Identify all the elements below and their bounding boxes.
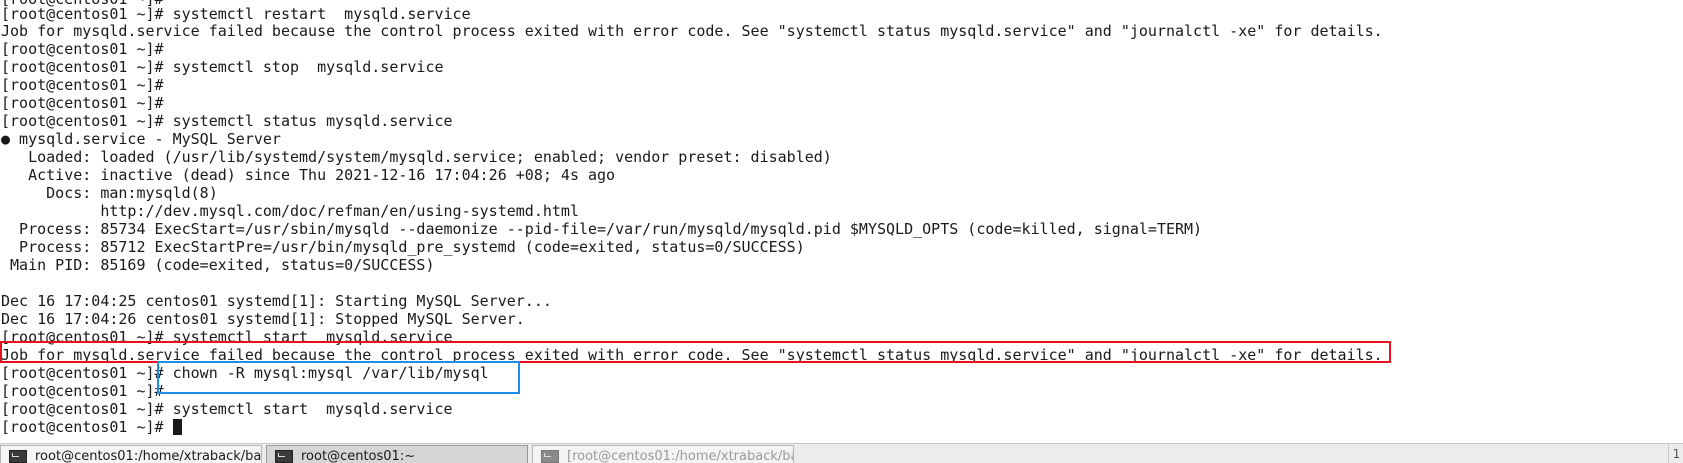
terminal-line: Docs: man:mysqld(8) [1, 184, 218, 202]
terminal-line: [root@centos01 ~]# systemctl start mysql… [1, 400, 453, 418]
terminal-line: [root@centos01 ~]# [1, 76, 173, 94]
terminal-line: http://dev.mysql.com/doc/refman/en/using… [1, 202, 579, 220]
terminal-line: ● mysqld.service - MySQL Server [1, 130, 281, 148]
terminal-line: Loaded: loaded (/usr/lib/systemd/system/… [1, 148, 832, 166]
terminal-icon [9, 450, 27, 463]
command-highlight-box [157, 361, 520, 394]
workspace-indicator[interactable]: 1 [1668, 444, 1683, 463]
terminal-line: [root@centos01 ~]# systemctl stop mysqld… [1, 58, 444, 76]
terminal-prompt-line[interactable]: [root@centos01 ~]# [1, 418, 182, 436]
prompt-text: [root@centos01 ~]# [1, 418, 173, 436]
text-cursor [172, 419, 182, 435]
taskbar-item-terminal-home[interactable]: root@centos01:~ [266, 445, 528, 463]
taskbar-item-terminal-xtraback[interactable]: root@centos01:/home/xtraback/ba [0, 445, 262, 463]
terminal-line: [root@centos01 ~]# [1, 40, 173, 58]
terminal-line: Dec 16 17:04:26 centos01 systemd[1]: Sto… [1, 310, 525, 328]
terminal-line: Active: inactive (dead) since Thu 2021-1… [1, 166, 616, 184]
terminal-icon [541, 450, 559, 463]
terminal-line: Dec 16 17:04:25 centos01 systemd[1]: Sta… [1, 292, 552, 310]
terminal-line: [root@centos01 ~]# systemctl restart mys… [1, 5, 471, 23]
taskbar-item-label: [root@centos01:/home/xtraback/ba [567, 449, 794, 463]
taskbar-item-terminal-xtraback-2[interactable]: [root@centos01:/home/xtraback/ba [532, 445, 794, 463]
terminal-line: Job for mysqld.service failed because th… [1, 22, 1383, 40]
terminal-window[interactable]: [root@centos01 ~]# [root@centos01 ~]# sy… [0, 0, 1683, 443]
taskbar-item-label: root@centos01:~ [301, 449, 416, 463]
terminal-line: Process: 85712 ExecStartPre=/usr/bin/mys… [1, 238, 805, 256]
error-highlight-box [0, 341, 1391, 363]
screen: [root@centos01 ~]# [root@centos01 ~]# sy… [0, 0, 1683, 463]
terminal-line: [root@centos01 ~]# [1, 94, 173, 112]
terminal-line: [root@centos01 ~]# systemctl status mysq… [1, 112, 453, 130]
terminal-icon [275, 450, 293, 463]
taskbar: root@centos01:/home/xtraback/ba root@cen… [0, 443, 1683, 463]
terminal-line: Process: 85734 ExecStart=/usr/sbin/mysql… [1, 220, 1203, 238]
terminal-line: Main PID: 85169 (code=exited, status=0/S… [1, 256, 435, 274]
taskbar-item-label: root@centos01:/home/xtraback/ba [35, 449, 262, 463]
terminal-line: [root@centos01 ~]# [1, 382, 173, 400]
